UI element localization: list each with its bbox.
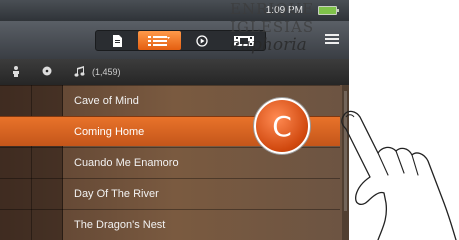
list-item[interactable]: The Dragon's Nest (0, 209, 340, 239)
callout-letter: C (272, 109, 292, 143)
tab-list-view[interactable] (138, 31, 181, 50)
list-item[interactable]: Day Of The River (0, 178, 340, 208)
tab-now-playing[interactable] (181, 31, 223, 50)
track-count: (1,459) (92, 67, 121, 77)
list-item-label: Cuando Me Enamoro (74, 157, 179, 169)
document-icon (112, 34, 122, 47)
callout-badge: C (254, 98, 310, 154)
pointing-hand-icon (341, 110, 457, 240)
watermark-line: ENRIQUE (230, 0, 315, 18)
list-item-label: Coming Home (74, 126, 145, 138)
list-item-label: The Dragon's Nest (74, 219, 166, 231)
list-item-label: Day Of The River (74, 188, 159, 200)
play-icon (195, 34, 208, 47)
list-header: (1,459) (0, 59, 349, 85)
list-item-label: Cave of Mind (74, 95, 139, 107)
tab-document[interactable] (96, 31, 138, 50)
list-view-icon (148, 35, 171, 46)
watermark-line: euphoria (230, 35, 307, 55)
album-art-watermark: ENRIQUE IGLESIAS euphoria (230, 0, 349, 54)
watermark-line: IGLESIAS (230, 18, 315, 36)
disc-icon[interactable] (42, 66, 52, 76)
music-note-icon[interactable] (74, 66, 85, 77)
person-icon[interactable] (12, 66, 20, 77)
